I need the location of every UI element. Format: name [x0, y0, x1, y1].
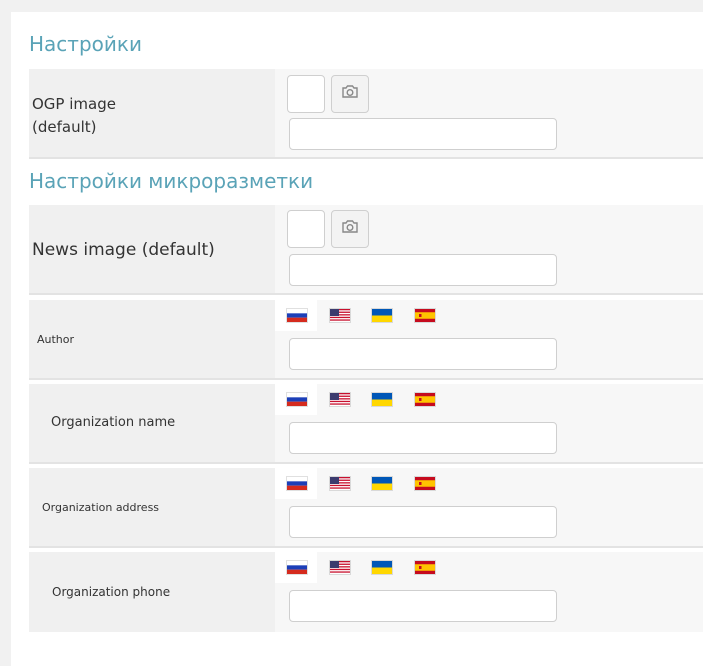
flag-us-icon[interactable] — [330, 393, 350, 406]
row-divider — [29, 378, 703, 380]
markup-section-title: Настройки микроразметки — [29, 169, 314, 193]
author-language-tabs — [275, 300, 703, 331]
org-phone-input[interactable] — [289, 590, 557, 622]
ogp-image-value-cell — [275, 69, 703, 159]
news-image-preview[interactable] — [287, 210, 325, 248]
flag-es-icon[interactable] — [415, 561, 435, 574]
org-name-value-cell — [275, 384, 703, 464]
org-name-input[interactable] — [289, 422, 557, 454]
ogp-image-label: OGP image (default) — [32, 95, 116, 136]
camera-icon — [341, 84, 359, 104]
org-address-input[interactable] — [289, 506, 557, 538]
flag-ru-icon[interactable] — [287, 393, 307, 406]
org-address-label-cell: Organization address — [29, 468, 275, 548]
flag-es-icon[interactable] — [415, 477, 435, 490]
org-address-language-tabs — [275, 468, 703, 499]
flag-es-icon[interactable] — [415, 393, 435, 406]
org-name-row: Organization name — [29, 384, 703, 464]
flag-us-icon[interactable] — [330, 309, 350, 322]
ogp-image-label-cell: OGP image (default) — [29, 69, 275, 159]
flag-ua-icon[interactable] — [372, 477, 392, 490]
row-divider — [29, 462, 703, 464]
org-phone-label-cell: Organization phone — [29, 552, 275, 632]
settings-section-title: Настройки — [29, 32, 142, 56]
author-label-cell: Author — [29, 300, 275, 380]
org-name-label-cell: Organization name — [29, 384, 275, 464]
flag-ua-icon[interactable] — [372, 393, 392, 406]
ogp-image-url-input[interactable] — [289, 118, 557, 150]
flag-ua-icon[interactable] — [372, 561, 392, 574]
author-label: Author — [37, 333, 75, 346]
author-row: Author — [29, 300, 703, 380]
news-image-row: News image (default) — [29, 205, 703, 295]
author-value-cell — [275, 300, 703, 380]
news-image-upload-button[interactable] — [331, 210, 369, 248]
org-address-row: Organization address — [29, 468, 703, 548]
flag-us-icon[interactable] — [330, 561, 350, 574]
flag-ru-icon[interactable] — [287, 561, 307, 574]
news-image-url-input[interactable] — [289, 254, 557, 286]
flag-es-icon[interactable] — [415, 309, 435, 322]
row-divider — [29, 546, 703, 548]
news-image-value-cell — [275, 205, 703, 295]
settings-panel: Настройки OGP image (default) Настройки … — [11, 12, 703, 666]
camera-icon — [341, 219, 359, 239]
org-phone-label: Organization phone — [52, 585, 171, 599]
flag-us-icon[interactable] — [330, 477, 350, 490]
ogp-image-preview[interactable] — [287, 75, 325, 113]
row-divider — [29, 293, 703, 295]
org-phone-value-cell — [275, 552, 703, 632]
org-phone-language-tabs — [275, 552, 703, 583]
flag-ru-icon[interactable] — [287, 477, 307, 490]
author-input[interactable] — [289, 338, 557, 370]
org-name-label: Organization name — [51, 415, 176, 430]
ogp-image-row: OGP image (default) — [29, 69, 703, 159]
org-name-language-tabs — [275, 384, 703, 415]
ogp-image-upload-button[interactable] — [331, 75, 369, 113]
row-divider — [29, 157, 703, 159]
org-address-label: Organization address — [42, 501, 160, 514]
flag-ru-icon[interactable] — [287, 309, 307, 322]
news-image-label-cell: News image (default) — [29, 205, 275, 295]
news-image-label: News image (default) — [32, 240, 215, 260]
org-address-value-cell — [275, 468, 703, 548]
flag-ua-icon[interactable] — [372, 309, 392, 322]
org-phone-row: Organization phone — [29, 552, 703, 632]
